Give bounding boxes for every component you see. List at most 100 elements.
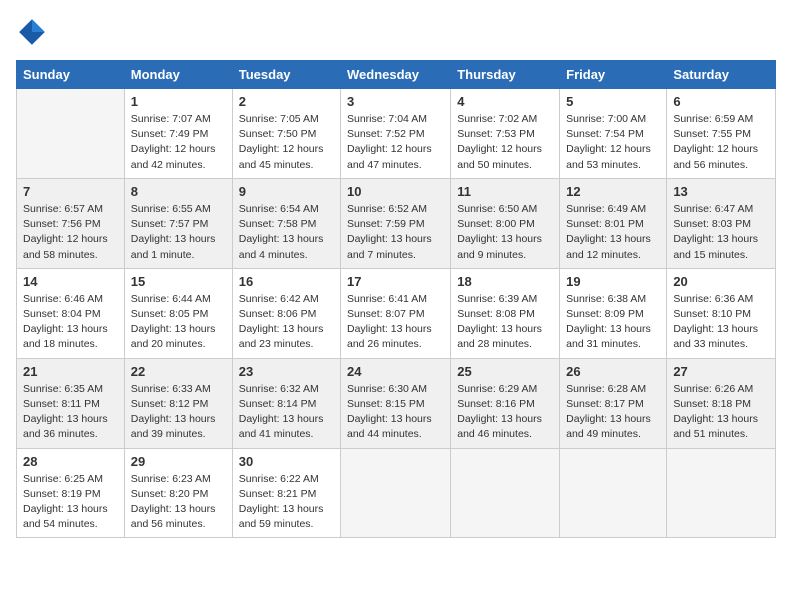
calendar-header-row: SundayMondayTuesdayWednesdayThursdayFrid… <box>17 61 776 89</box>
calendar-cell: 20 Sunrise: 6:36 AMSunset: 8:10 PMDayligh… <box>667 268 776 358</box>
day-info: Sunrise: 6:59 AMSunset: 7:55 PMDaylight:… <box>673 112 769 173</box>
day-info: Sunrise: 6:38 AMSunset: 8:09 PMDaylight:… <box>566 292 660 353</box>
header-friday: Friday <box>560 61 667 89</box>
calendar-cell: 14Sunrise: 6:46 AMSunset: 8:04 PMDayligh… <box>17 268 125 358</box>
day-number: 30 <box>239 454 334 469</box>
calendar-cell: 19Sunrise: 6:38 AMSunset: 8:09 PMDayligh… <box>560 268 667 358</box>
calendar-cell: 10 Sunrise: 6:52 AMSunset: 7:59 PMDayligh… <box>341 178 451 268</box>
day-number: 21 <box>23 364 118 379</box>
day-number: 18 <box>457 274 553 289</box>
calendar-week-1: 1 Sunrise: 7:07 AMSunset: 7:49 PMDaylight… <box>17 89 776 179</box>
day-info: Sunrise: 6:49 AMSunset: 8:01 PMDaylight:… <box>566 202 660 263</box>
calendar-cell: 27 Sunrise: 6:26 AMSunset: 8:18 PMDayligh… <box>667 358 776 448</box>
day-info: Sunrise: 6:41 AMSunset: 8:07 PMDaylight:… <box>347 292 444 353</box>
header-saturday: Saturday <box>667 61 776 89</box>
calendar-week-4: 21 Sunrise: 6:35 AMSunset: 8:11 PMDayligh… <box>17 358 776 448</box>
header-monday: Monday <box>124 61 232 89</box>
day-number: 10 <box>347 184 444 199</box>
day-info: Sunrise: 7:00 AMSunset: 7:54 PMDaylight:… <box>566 112 660 173</box>
day-info: Sunrise: 6:47 AMSunset: 8:03 PMDaylight:… <box>673 202 769 263</box>
calendar-cell: 30 Sunrise: 6:22 AMSunset: 8:21 PMDayligh… <box>232 448 340 538</box>
calendar-cell <box>17 89 125 179</box>
calendar-cell <box>451 448 560 538</box>
day-info: Sunrise: 7:02 AMSunset: 7:53 PMDaylight:… <box>457 112 553 173</box>
calendar-week-5: 28 Sunrise: 6:25 AMSunset: 8:19 PMDayligh… <box>17 448 776 538</box>
day-number: 1 <box>131 94 226 109</box>
day-info: Sunrise: 6:50 AMSunset: 8:00 PMDaylight:… <box>457 202 553 263</box>
day-number: 27 <box>673 364 769 379</box>
day-number: 5 <box>566 94 660 109</box>
day-number: 15 <box>131 274 226 289</box>
day-info: Sunrise: 6:32 AMSunset: 8:14 PMDaylight:… <box>239 382 334 443</box>
day-number: 13 <box>673 184 769 199</box>
calendar-cell: 22 Sunrise: 6:33 AMSunset: 8:12 PMDayligh… <box>124 358 232 448</box>
day-info: Sunrise: 6:55 AMSunset: 7:57 PMDaylight:… <box>131 202 226 263</box>
day-number: 3 <box>347 94 444 109</box>
calendar-cell: 18 Sunrise: 6:39 AMSunset: 8:08 PMDayligh… <box>451 268 560 358</box>
calendar-cell: 29 Sunrise: 6:23 AMSunset: 8:20 PMDayligh… <box>124 448 232 538</box>
day-number: 28 <box>23 454 118 469</box>
day-info: Sunrise: 7:04 AMSunset: 7:52 PMDaylight:… <box>347 112 444 173</box>
calendar-cell: 21 Sunrise: 6:35 AMSunset: 8:11 PMDayligh… <box>17 358 125 448</box>
day-number: 16 <box>239 274 334 289</box>
calendar-cell: 23 Sunrise: 6:32 AMSunset: 8:14 PMDayligh… <box>232 358 340 448</box>
calendar-cell: 11 Sunrise: 6:50 AMSunset: 8:00 PMDayligh… <box>451 178 560 268</box>
calendar-cell: 3 Sunrise: 7:04 AMSunset: 7:52 PMDaylight… <box>341 89 451 179</box>
day-info: Sunrise: 6:54 AMSunset: 7:58 PMDaylight:… <box>239 202 334 263</box>
day-number: 9 <box>239 184 334 199</box>
day-info: Sunrise: 7:05 AMSunset: 7:50 PMDaylight:… <box>239 112 334 173</box>
calendar-cell: 16 Sunrise: 6:42 AMSunset: 8:06 PMDayligh… <box>232 268 340 358</box>
day-info: Sunrise: 6:25 AMSunset: 8:19 PMDaylight:… <box>23 472 118 533</box>
header-wednesday: Wednesday <box>341 61 451 89</box>
day-info: Sunrise: 6:28 AMSunset: 8:17 PMDaylight:… <box>566 382 660 443</box>
calendar-cell: 7 Sunrise: 6:57 AMSunset: 7:56 PMDaylight… <box>17 178 125 268</box>
day-number: 26 <box>566 364 660 379</box>
header-sunday: Sunday <box>17 61 125 89</box>
calendar-cell: 9 Sunrise: 6:54 AMSunset: 7:58 PMDaylight… <box>232 178 340 268</box>
day-info: Sunrise: 6:57 AMSunset: 7:56 PMDaylight:… <box>23 202 118 263</box>
day-number: 23 <box>239 364 334 379</box>
calendar-cell: 25 Sunrise: 6:29 AMSunset: 8:16 PMDayligh… <box>451 358 560 448</box>
day-info: Sunrise: 6:33 AMSunset: 8:12 PMDaylight:… <box>131 382 226 443</box>
day-number: 6 <box>673 94 769 109</box>
calendar-table: SundayMondayTuesdayWednesdayThursdayFrid… <box>16 60 776 538</box>
day-number: 17 <box>347 274 444 289</box>
day-info: Sunrise: 6:44 AMSunset: 8:05 PMDaylight:… <box>131 292 226 353</box>
logo-icon <box>16 16 48 48</box>
calendar-week-2: 7 Sunrise: 6:57 AMSunset: 7:56 PMDaylight… <box>17 178 776 268</box>
page-header <box>16 16 776 48</box>
day-number: 11 <box>457 184 553 199</box>
day-number: 24 <box>347 364 444 379</box>
day-number: 22 <box>131 364 226 379</box>
day-info: Sunrise: 6:36 AMSunset: 8:10 PMDaylight:… <box>673 292 769 353</box>
day-number: 7 <box>23 184 118 199</box>
calendar-cell <box>667 448 776 538</box>
day-info: Sunrise: 6:30 AMSunset: 8:15 PMDaylight:… <box>347 382 444 443</box>
calendar-cell <box>560 448 667 538</box>
day-info: Sunrise: 6:42 AMSunset: 8:06 PMDaylight:… <box>239 292 334 353</box>
day-number: 8 <box>131 184 226 199</box>
day-info: Sunrise: 6:29 AMSunset: 8:16 PMDaylight:… <box>457 382 553 443</box>
calendar-cell: 15 Sunrise: 6:44 AMSunset: 8:05 PMDayligh… <box>124 268 232 358</box>
calendar-cell: 4Sunrise: 7:02 AMSunset: 7:53 PMDaylight… <box>451 89 560 179</box>
header-tuesday: Tuesday <box>232 61 340 89</box>
calendar-cell: 8 Sunrise: 6:55 AMSunset: 7:57 PMDaylight… <box>124 178 232 268</box>
day-number: 29 <box>131 454 226 469</box>
calendar-cell: 17 Sunrise: 6:41 AMSunset: 8:07 PMDayligh… <box>341 268 451 358</box>
day-info: Sunrise: 6:22 AMSunset: 8:21 PMDaylight:… <box>239 472 334 533</box>
calendar-week-3: 14Sunrise: 6:46 AMSunset: 8:04 PMDayligh… <box>17 268 776 358</box>
day-number: 25 <box>457 364 553 379</box>
calendar-cell: 28 Sunrise: 6:25 AMSunset: 8:19 PMDayligh… <box>17 448 125 538</box>
day-info: Sunrise: 6:26 AMSunset: 8:18 PMDaylight:… <box>673 382 769 443</box>
calendar-cell: 5 Sunrise: 7:00 AMSunset: 7:54 PMDaylight… <box>560 89 667 179</box>
calendar-cell <box>341 448 451 538</box>
day-info: Sunrise: 7:07 AMSunset: 7:49 PMDaylight:… <box>131 112 226 173</box>
calendar-cell: 12Sunrise: 6:49 AMSunset: 8:01 PMDayligh… <box>560 178 667 268</box>
day-info: Sunrise: 6:23 AMSunset: 8:20 PMDaylight:… <box>131 472 226 533</box>
day-number: 20 <box>673 274 769 289</box>
calendar-cell: 1 Sunrise: 7:07 AMSunset: 7:49 PMDaylight… <box>124 89 232 179</box>
calendar-cell: 24 Sunrise: 6:30 AMSunset: 8:15 PMDayligh… <box>341 358 451 448</box>
day-info: Sunrise: 6:35 AMSunset: 8:11 PMDaylight:… <box>23 382 118 443</box>
day-info: Sunrise: 6:52 AMSunset: 7:59 PMDaylight:… <box>347 202 444 263</box>
day-info: Sunrise: 6:39 AMSunset: 8:08 PMDaylight:… <box>457 292 553 353</box>
